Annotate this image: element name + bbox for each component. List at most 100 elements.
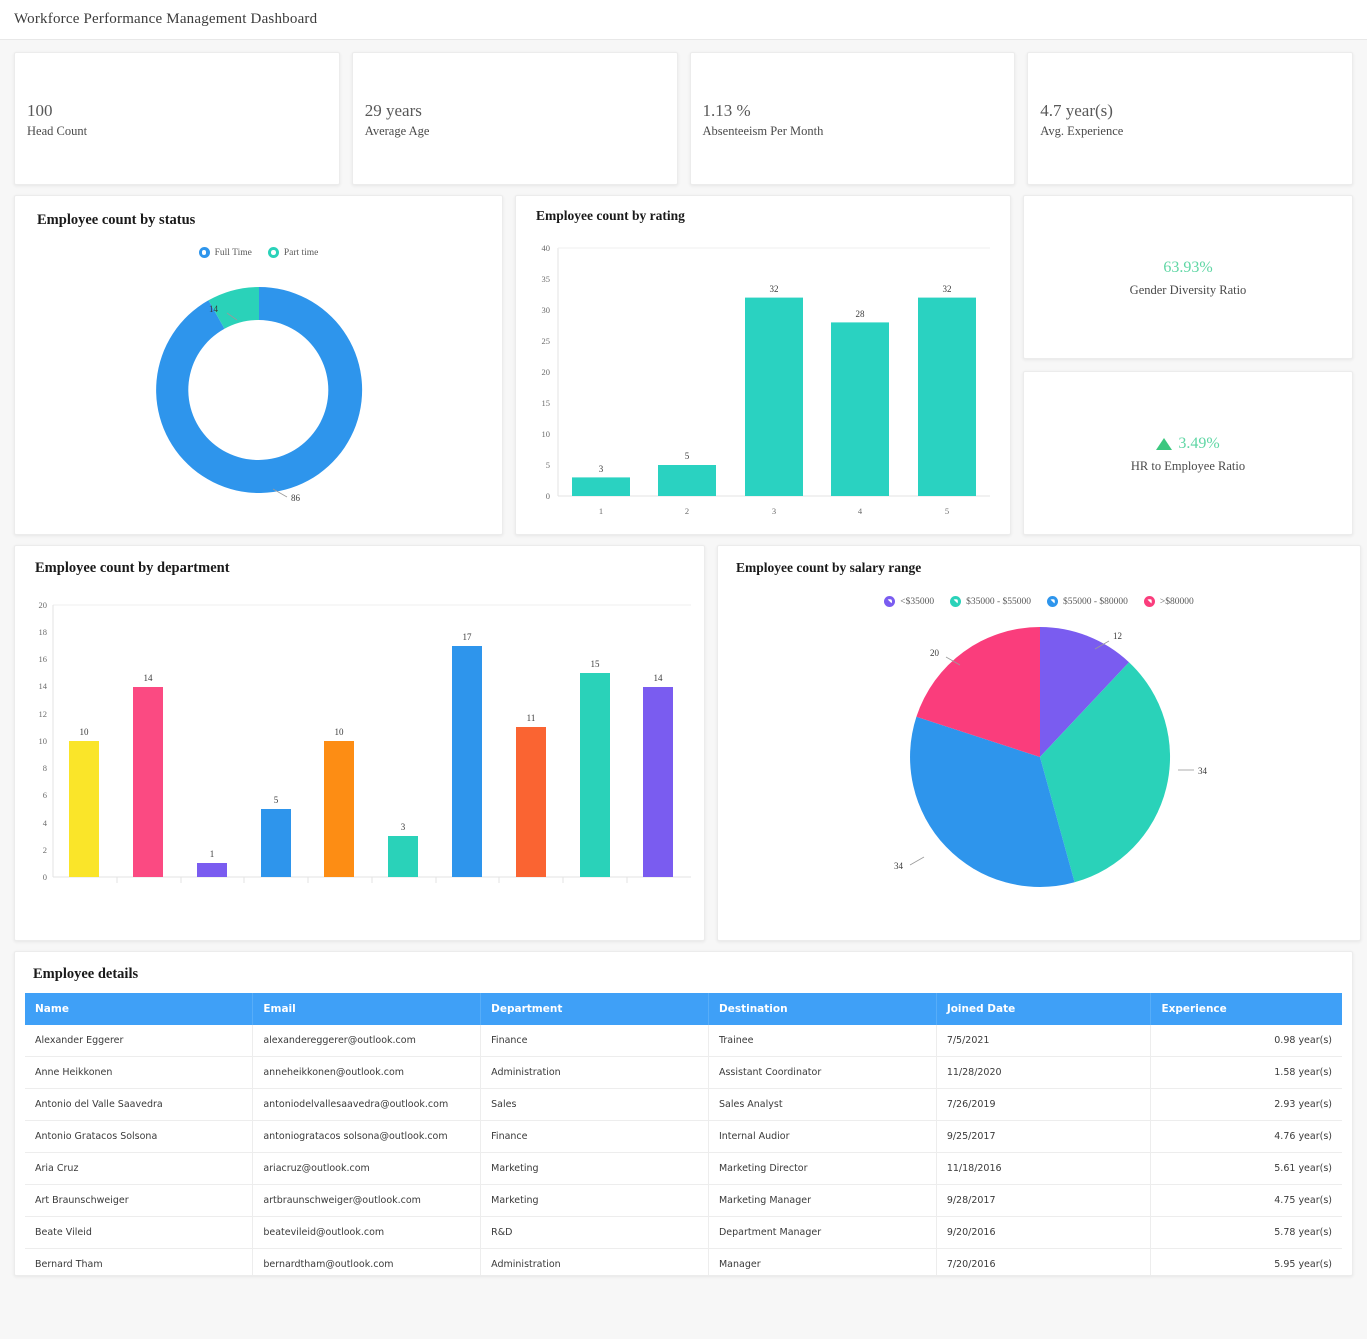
column-header-joined-date[interactable]: Joined Date	[936, 993, 1152, 1025]
y-tick-18: 18	[39, 627, 48, 637]
cell-joined-date: 9/20/2016	[936, 1216, 1152, 1249]
bar-department-5[interactable]	[324, 741, 354, 877]
bar-rating-1[interactable]	[572, 477, 630, 496]
kpi-value: 1.13 %	[702, 101, 751, 121]
bar-department-7[interactable]	[452, 646, 482, 877]
pie-leader-line	[909, 856, 925, 866]
y-axis: 0 2 4 6 8 10 12 14 16 18 20	[39, 600, 48, 882]
kpi-card-average-age: 29 years Average Age	[351, 52, 678, 185]
legend-item-over-80000[interactable]: >$80000	[1143, 596, 1194, 607]
y-tick-0: 0	[43, 872, 47, 882]
kpi-value: 63.93%	[1163, 259, 1213, 276]
table-row[interactable]: Antonio del Valle Saavedra antoniodelval…	[25, 1088, 1342, 1121]
bar-department-1[interactable]	[69, 741, 99, 877]
donut-slice-full-time[interactable]	[155, 286, 362, 493]
x-axis-ticks	[116, 877, 628, 883]
y-tick-15: 15	[542, 398, 551, 408]
table-row[interactable]: Anne Heikkonen anneheikkonen@outlook.com…	[25, 1056, 1342, 1089]
y-tick-5: 5	[546, 460, 550, 470]
bar-rating-4[interactable]	[831, 322, 889, 496]
column-header-destination[interactable]: Destination	[708, 993, 937, 1025]
legend-swatch-icon	[1047, 596, 1058, 607]
cell-experience: 5.78 year(s)	[1150, 1216, 1342, 1249]
legend-item-part-time[interactable]: Part time	[267, 247, 318, 258]
cell-experience: 4.76 year(s)	[1150, 1120, 1342, 1153]
cell-destination: Marketing Manager	[708, 1184, 937, 1217]
legend-item-55000-80000[interactable]: $55000 - $80000	[1047, 596, 1128, 607]
bar-value-10: 14	[654, 673, 664, 683]
cell-joined-date: 11/28/2020	[936, 1056, 1152, 1089]
bar-value-9: 15	[591, 659, 601, 669]
y-tick-10: 10	[542, 429, 551, 439]
cell-name: Aria Cruz	[25, 1152, 254, 1185]
column-header-department[interactable]: Department	[480, 993, 709, 1025]
bar-department-6[interactable]	[388, 836, 418, 877]
bar-department-8[interactable]	[516, 727, 546, 877]
cell-department: Sales	[480, 1088, 709, 1121]
pie-value-35000-55000: 34	[1198, 766, 1208, 776]
legend-item-35000-55000[interactable]: $35000 - $55000	[950, 596, 1031, 607]
column-header-email[interactable]: Email	[252, 993, 482, 1025]
table-row[interactable]: Art Braunschweiger artbraunschweiger@out…	[25, 1184, 1342, 1217]
x-tick-4: 4	[858, 506, 863, 516]
table-row[interactable]: Bernard Tham bernardtham@outlook.com Adm…	[25, 1248, 1342, 1275]
legend-item-under-35000[interactable]: <$35000	[884, 596, 934, 607]
cell-email: ariacruz@outlook.com	[252, 1152, 482, 1185]
bar-rating-2[interactable]	[658, 465, 716, 496]
cell-name: Antonio Gratacos Solsona	[25, 1120, 254, 1153]
bar-department-4[interactable]	[261, 809, 291, 877]
cell-department: Administration	[480, 1248, 709, 1275]
bar-value-5: 32	[943, 284, 952, 294]
bar-value-6: 3	[401, 822, 406, 832]
x-tick-2: 2	[685, 506, 689, 516]
legend-swatch-icon	[950, 596, 962, 607]
cell-name: Bernard Tham	[25, 1248, 254, 1275]
dashboard-canvas: 100 Head Count 29 years Average Age 1.13…	[0, 52, 1367, 1276]
y-tick-10: 10	[39, 736, 48, 746]
table-row[interactable]: Alexander Eggerer alexandereggerer@outlo…	[25, 1025, 1342, 1057]
bar-department-10[interactable]	[643, 687, 673, 877]
cell-email: anneheikkonen@outlook.com	[252, 1056, 482, 1089]
kpi-card-hr-to-employee-ratio: 3.49% HR to Employee Ratio	[1023, 371, 1353, 535]
kpi-value: 4.7 year(s)	[1040, 101, 1113, 121]
bar-department-2[interactable]	[133, 687, 163, 877]
bar-department-3[interactable]	[197, 863, 227, 877]
table-row[interactable]: Antonio Gratacos Solsona antoniogratacos…	[25, 1120, 1342, 1153]
x-axis-labels: 1 2 3 4 5	[599, 506, 949, 516]
cell-email: alexandereggerer@outlook.com	[252, 1025, 482, 1057]
table-row[interactable]: Aria Cruz ariacruz@outlook.com Marketing…	[25, 1152, 1342, 1185]
cell-name: Art Braunschweiger	[25, 1184, 254, 1217]
employee-details-table: Name Email Department Destination Joined…	[25, 993, 1342, 1275]
cell-department: Finance	[480, 1025, 709, 1057]
y-tick-30: 30	[542, 305, 551, 315]
bar-department-9[interactable]	[580, 673, 610, 877]
bar-value-7: 17	[463, 632, 473, 642]
x-tick-5: 5	[945, 506, 949, 516]
column-header-experience[interactable]: Experience	[1150, 993, 1342, 1025]
cell-email: bernardtham@outlook.com	[252, 1248, 482, 1275]
cell-destination: Sales Analyst	[708, 1088, 937, 1121]
cell-destination: Department Manager	[708, 1216, 937, 1249]
bar-rating-3[interactable]	[745, 297, 803, 496]
pie-value-55000-80000: 34	[894, 861, 904, 871]
bar-value-1: 3	[599, 464, 604, 474]
y-tick-12: 12	[39, 709, 48, 719]
employee-count-by-department-card: Employee count by department 0 2 4 6 8 1…	[14, 545, 705, 941]
table-title: Employee details	[33, 966, 139, 982]
cell-experience: 1.58 year(s)	[1150, 1056, 1342, 1089]
cell-joined-date: 7/5/2021	[936, 1025, 1152, 1057]
cell-department: Finance	[480, 1120, 709, 1153]
kpi-card-head-count: 100 Head Count	[14, 52, 340, 185]
employee-details-card: Employee details Name Email Department D…	[14, 951, 1353, 1276]
column-header-name[interactable]: Name	[25, 993, 254, 1025]
y-tick-35: 35	[542, 274, 551, 284]
table-row[interactable]: Beate Vileid beatevileid@outlook.com R&D…	[25, 1216, 1342, 1249]
bar-value-8: 11	[527, 713, 536, 723]
bar-value-2: 14	[144, 673, 154, 683]
legend-item-full-time[interactable]: Full Time	[198, 247, 252, 258]
cell-experience: 4.75 year(s)	[1150, 1184, 1342, 1217]
cell-joined-date: 11/18/2016	[936, 1152, 1152, 1185]
legend-label: <$35000	[900, 596, 935, 607]
cell-name: Beate Vileid	[25, 1216, 254, 1249]
bar-rating-5[interactable]	[918, 297, 976, 496]
